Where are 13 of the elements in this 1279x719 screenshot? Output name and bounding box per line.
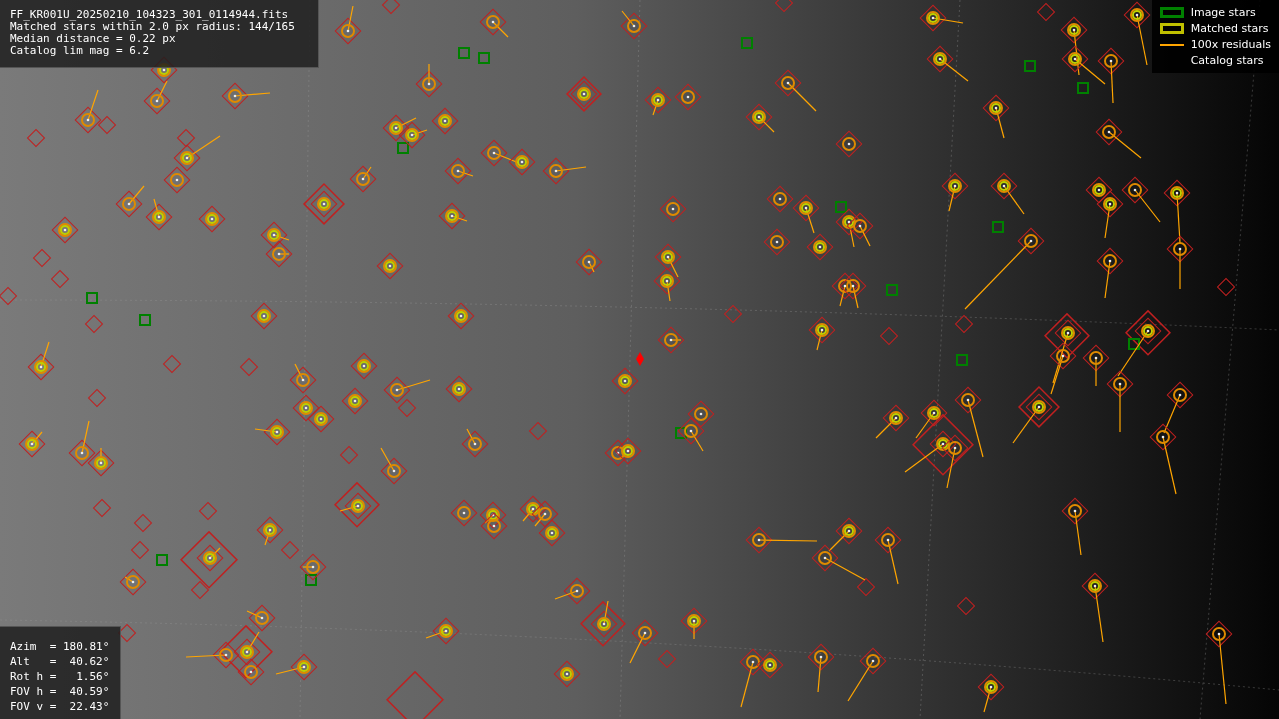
legend-label: Matched stars [1190, 22, 1269, 35]
legend-label: Image stars [1190, 6, 1256, 19]
info-text: Catalog lim mag = 6.2 [10, 45, 151, 57]
info-text: Median distance = 0.22 px [10, 33, 177, 45]
pointing-text: FOV h = 40.59° [10, 684, 111, 699]
pointing-text: Rot h = 1.56° [10, 669, 111, 684]
info-text: Matched stars within 2.0 px radius: 144/165 [10, 21, 296, 33]
info-text: FF_KR001U_20250210_104323_301_0114944.fits [10, 9, 290, 21]
pointing-text: Alt = 40.62° [10, 654, 111, 669]
legend-label: 100x residuals [1190, 38, 1271, 51]
pointing-text: FOV v = 22.43° [10, 699, 111, 714]
legend-label: Catalog stars [1190, 54, 1264, 67]
pointing-text: Azim = 180.81° [10, 639, 111, 654]
